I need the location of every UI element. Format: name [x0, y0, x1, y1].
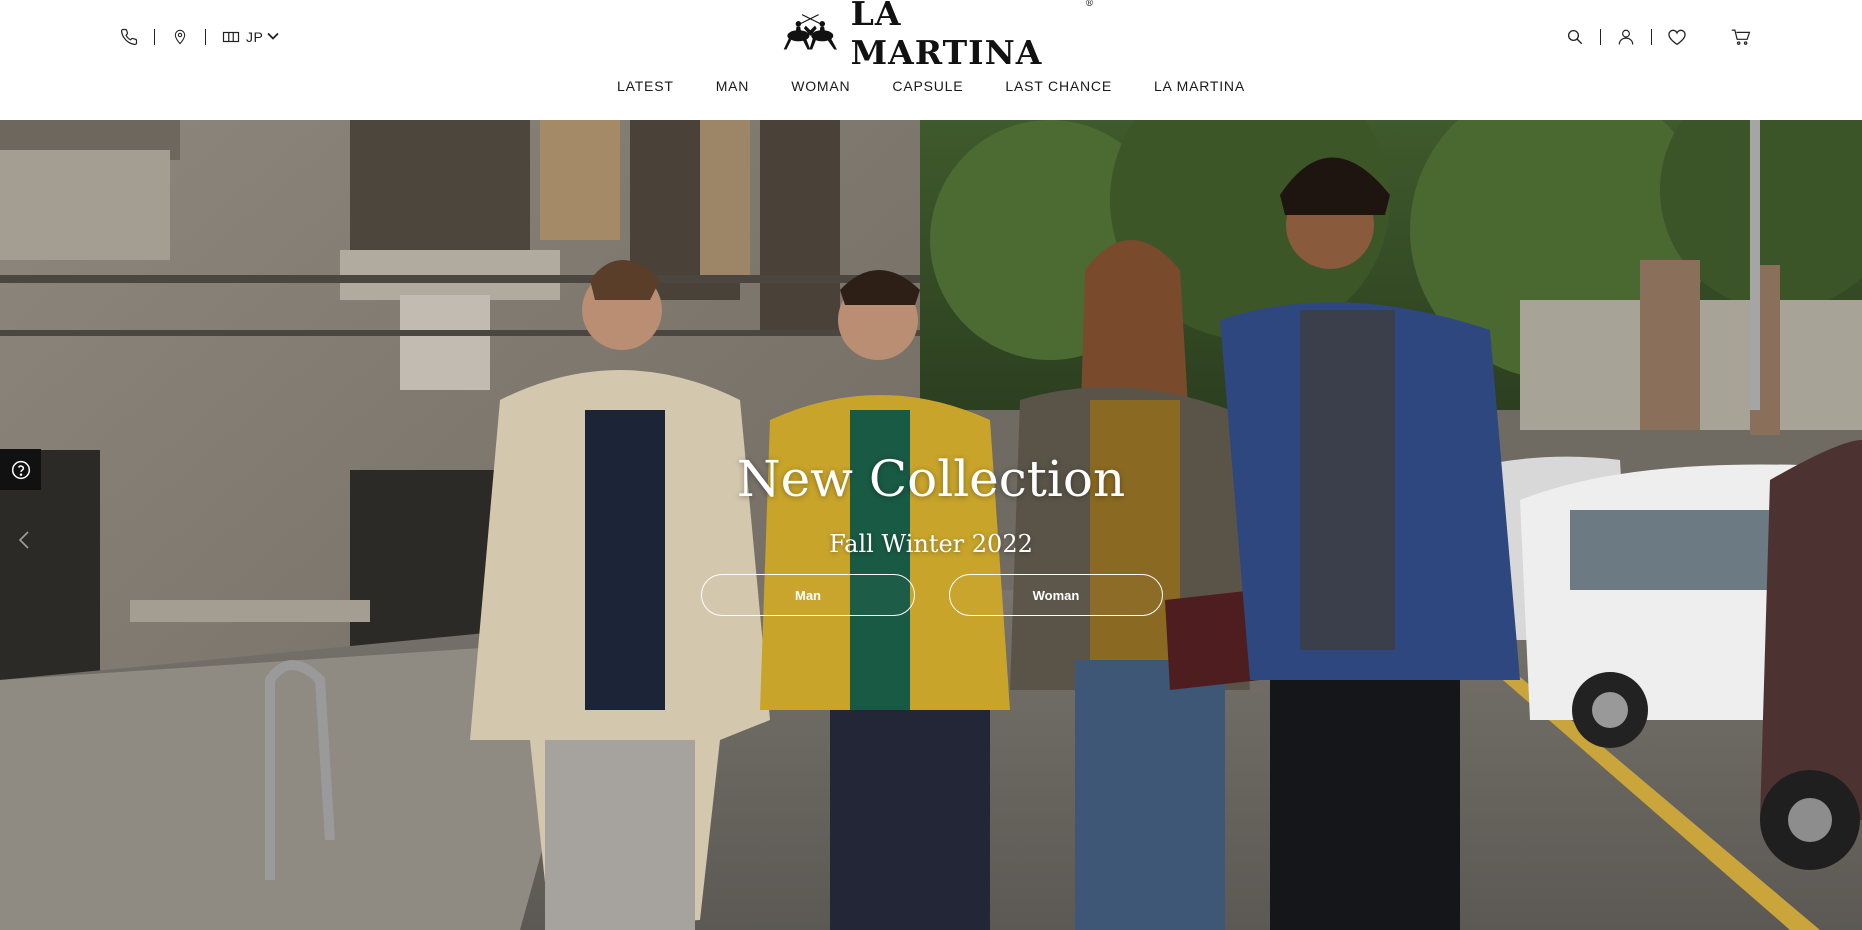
polo-players-icon	[783, 14, 837, 50]
slider-prev-button[interactable]	[14, 525, 34, 555]
nav-latest[interactable]: LATEST	[596, 78, 695, 94]
cart-icon[interactable]	[1730, 26, 1752, 48]
help-icon	[11, 460, 30, 479]
brand-logo[interactable]: LA MARTINA ®	[780, 0, 1094, 72]
wishlist-icon[interactable]	[1666, 26, 1688, 48]
nav-man[interactable]: MAN	[695, 78, 771, 94]
nav-la-martina[interactable]: LA MARTINA	[1133, 78, 1266, 94]
utility-right	[1564, 25, 1752, 49]
help-button[interactable]	[0, 449, 41, 490]
store-icon	[220, 26, 242, 48]
language-selector[interactable]: JP	[220, 26, 279, 48]
separator	[1600, 29, 1601, 45]
nav-woman[interactable]: WOMAN	[770, 78, 871, 94]
location-icon[interactable]	[169, 26, 191, 48]
nav-last-chance[interactable]: LAST CHANCE	[984, 78, 1133, 94]
search-icon[interactable]	[1564, 26, 1586, 48]
language-label: JP	[246, 29, 264, 45]
separator	[1651, 29, 1652, 45]
registered-mark: ®	[1085, 0, 1095, 9]
account-icon[interactable]	[1615, 26, 1637, 48]
separator	[154, 29, 155, 45]
phone-icon[interactable]	[118, 26, 140, 48]
site-header: JP LA MARTINA ® LATEST MAN WOMAN CAPSULE…	[0, 0, 1862, 120]
brand-wordmark: LA MARTINA ®	[850, 0, 1095, 72]
hero-banner: New Collection Fall Winter 2022 Man Woma…	[0, 120, 1862, 930]
nav-capsule[interactable]: CAPSULE	[871, 78, 984, 94]
main-navigation: LATEST MAN WOMAN CAPSULE LAST CHANCE LA …	[0, 78, 1862, 94]
chevron-down-icon	[267, 28, 279, 46]
shop-man-button[interactable]: Man	[701, 574, 915, 616]
shop-woman-button[interactable]: Woman	[949, 574, 1163, 616]
separator	[205, 29, 206, 45]
chevron-left-icon	[19, 531, 29, 549]
hero-image	[0, 120, 1862, 930]
utility-left: JP	[118, 25, 279, 49]
